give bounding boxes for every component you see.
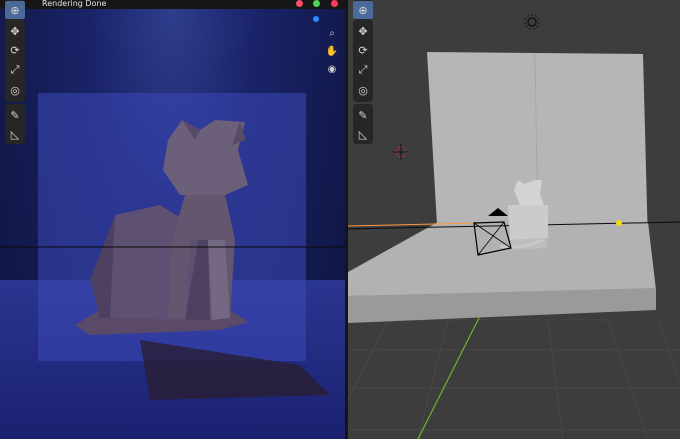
annotate-tool-icon[interactable]: ✎: [353, 106, 373, 124]
render-cursor-group: ⊕: [5, 0, 25, 20]
viewport-canvas: [348, 14, 680, 439]
light-point: [616, 220, 622, 226]
viewport-cursor-group: ⊕: [353, 0, 373, 20]
render-toolbar-annotate: ✎ ◺: [5, 104, 25, 144]
annotate-tool-icon[interactable]: ✎: [5, 106, 25, 124]
render-status-text: Rendering Done: [42, 0, 107, 8]
move-tool-icon[interactable]: ✥: [5, 22, 25, 40]
rotate-tool-icon[interactable]: ⟳: [5, 41, 25, 59]
measure-tool-icon[interactable]: ◺: [5, 125, 25, 143]
status-dot-red: [296, 0, 303, 7]
cursor-tool-icon[interactable]: ⊕: [5, 1, 25, 19]
floor-plane-top: [348, 222, 656, 296]
status-dot-pink: [331, 0, 338, 7]
sun-light-gizmo: [524, 14, 540, 30]
viewport-toolbar-annotate: ✎ ◺: [353, 104, 373, 144]
rotate-tool-icon[interactable]: ⟳: [353, 41, 373, 59]
scale-tool-icon[interactable]: ⤢: [5, 61, 25, 79]
transform-tool-icon[interactable]: ◎: [353, 81, 373, 99]
status-dot-blue: [313, 16, 319, 22]
scale-tool-icon[interactable]: ⤢: [353, 61, 373, 79]
render-viewport[interactable]: Rendering Done ⊕ ✥ ⟳ ⤢ ◎ ✎ ◺ ⌕ ✋ ◉: [0, 0, 345, 439]
render-toolbar: ✥ ⟳ ⤢ ◎: [5, 20, 25, 102]
3d-cursor: [393, 144, 409, 160]
measure-tool-icon[interactable]: ◺: [353, 125, 373, 143]
transform-tool-icon[interactable]: ◎: [5, 81, 25, 99]
move-tool-icon[interactable]: ✥: [353, 22, 373, 40]
3d-viewport[interactable]: ⊕ ✥ ⟳ ⤢ ◎ ✎ ◺: [348, 0, 680, 439]
viewport-toolbar: ✥ ⟳ ⤢ ◎: [353, 20, 373, 102]
hand-pan-icon[interactable]: ✋: [325, 44, 339, 58]
zoom-icon[interactable]: ⌕: [325, 26, 339, 40]
cursor-tool-icon[interactable]: ⊕: [353, 1, 373, 19]
render-canvas: [0, 93, 345, 439]
y-axis-line: [417, 299, 489, 439]
camera-view-icon[interactable]: ◉: [325, 62, 339, 76]
status-dot-green: [313, 0, 320, 7]
